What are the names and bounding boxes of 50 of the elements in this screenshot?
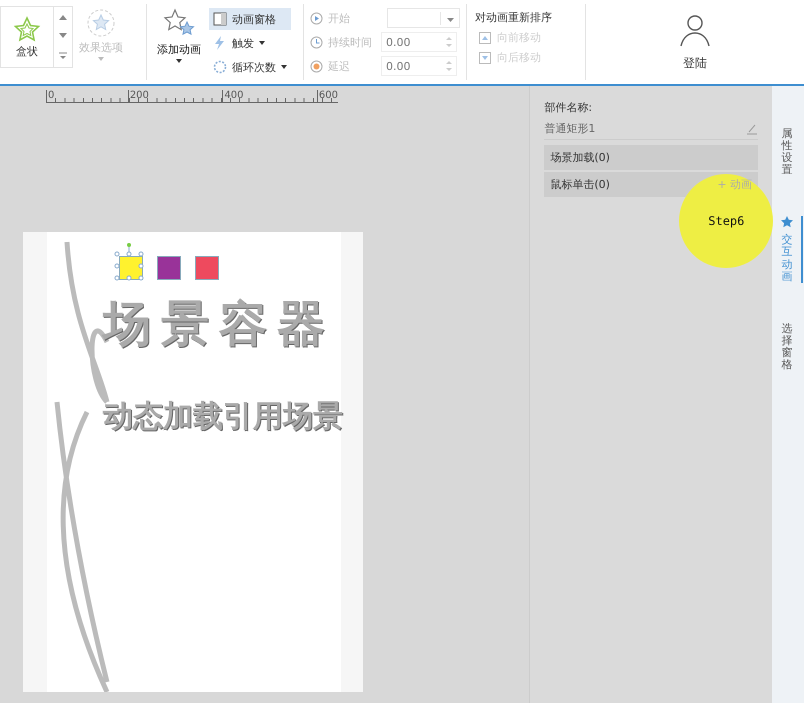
effect-gallery-item[interactable]: 盒状 [0, 6, 54, 68]
ruler-label: 400 [222, 90, 244, 102]
add-animation-button[interactable]: 添加动画 [151, 4, 207, 80]
event-label: 场景加载(0) [550, 150, 610, 165]
star-icon [13, 16, 41, 42]
ruler-label: 600 [316, 90, 338, 102]
timing-label: 延迟 [328, 58, 351, 74]
user-icon [678, 12, 712, 46]
caret-icon [446, 18, 454, 22]
effect-label: 盒状 [16, 44, 38, 58]
gallery-scroll[interactable] [53, 6, 73, 68]
lightning-icon [213, 36, 227, 50]
ruler-label: 0 [46, 90, 54, 102]
caret-icon [281, 65, 287, 69]
up-arrow-icon [59, 14, 67, 20]
number-spinner[interactable]: 0.00 [381, 32, 457, 52]
edit-icon [746, 122, 758, 134]
component-name-field[interactable]: 普通矩形1 [544, 121, 758, 140]
selection-handles[interactable] [113, 242, 145, 282]
caret-icon [176, 59, 182, 63]
more-icon [59, 52, 67, 60]
number-spinner[interactable]: 0.00 [381, 56, 457, 76]
star-icon [781, 216, 793, 228]
caret-icon [98, 57, 104, 61]
artwork-title: 场景容器 [103, 295, 336, 354]
side-tab[interactable]: 属性设置 [774, 128, 802, 176]
animation-tool-button[interactable]: 循环次数 [209, 56, 291, 78]
animation-tool-button[interactable]: 触发 [209, 32, 291, 54]
down-arrow-icon [59, 32, 67, 39]
rectangle-shape[interactable] [119, 256, 143, 280]
event-label: 鼠标单击(0) [550, 177, 610, 192]
component-name-label: 部件名称: [544, 100, 594, 115]
reorder-title: 对动画重新排序 [475, 10, 553, 25]
animation-tool-button[interactable]: 动画窗格 [209, 8, 291, 30]
timing-label: 开始 [328, 10, 351, 26]
play-icon [310, 12, 323, 24]
spinner-arrows-icon [446, 36, 452, 48]
side-tab[interactable]: 选择窗格 [774, 322, 802, 372]
ruler-label: 200 [128, 90, 149, 102]
event-row[interactable]: 场景加载(0) [544, 145, 758, 170]
pane-icon [213, 12, 227, 26]
loop-icon [213, 60, 227, 74]
rectangle-shape[interactable] [157, 256, 181, 280]
artwork-subtitle: 动态加载引用场景 [103, 398, 343, 436]
caret-icon [259, 41, 265, 45]
spinner-arrows-icon [446, 60, 452, 72]
start-dropdown[interactable] [387, 8, 460, 28]
login-button[interactable]: 登陆 [586, 0, 804, 84]
timing-label: 持续时间 [328, 34, 373, 50]
rectangle-shape[interactable] [195, 256, 219, 280]
